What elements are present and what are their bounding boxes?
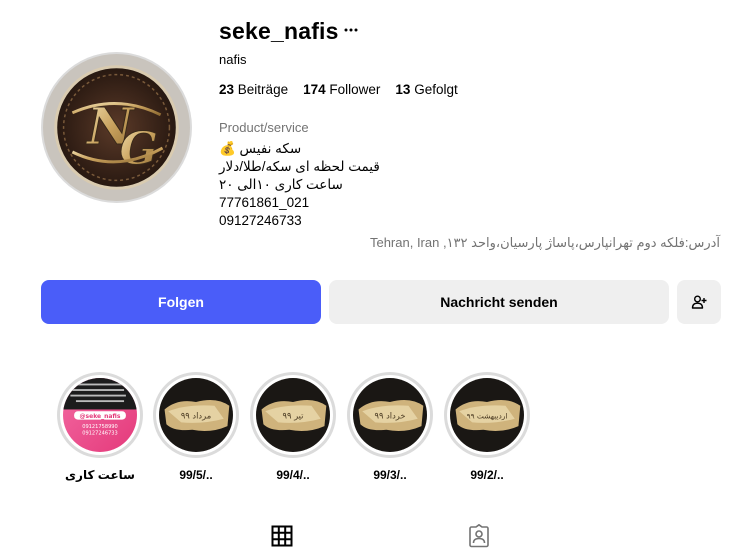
highlight-item[interactable]: @seke_nafis 09121758990 09127246733 ساعت… [57,372,143,482]
highlight-item[interactable]: مرداد ۹۹ 99/5/.. [153,372,239,482]
highlight-item[interactable]: خرداد ۹۹ 99/3/.. [347,372,433,482]
highlight-cover-handle: @seke_nafis [80,413,121,420]
highlight-cover-phone: 09121758990 [82,424,118,430]
bio-line: سکه نفیس 💰 [219,141,302,156]
profile-category: Product/service [219,120,309,135]
highlight-cover-image: مرداد ۹۹ [159,378,233,452]
highlight-ring: مرداد ۹۹ [153,372,239,458]
highlight-cover-phone: 09127246733 [82,430,118,436]
highlight-label: 99/5/.. [179,468,213,482]
highlight-label: 99/3/.. [373,468,407,482]
highlight-cover-image: تیر ۹۹ [256,378,330,452]
posts-label: Beiträge [237,82,289,97]
following-stat[interactable]: 13 Gefolgt [395,82,457,97]
highlight-ring: خرداد ۹۹ [347,372,433,458]
posts-stat: 23 Beiträge [219,82,288,97]
profile-bio: سکه نفیس 💰 قیمت لحظه ای سکه/طلا/دلار ساع… [219,140,380,230]
followers-label: Follower [329,82,381,97]
highlight-cover-text: خرداد ۹۹ [374,411,405,421]
highlight-label: ساعت کاری [65,468,135,482]
highlight-cover-image: اردیبهشت ۹۹ [450,378,524,452]
highlight-item[interactable]: اردیبهشت ۹۹ 99/2/.. [444,372,530,482]
follow-button[interactable]: Folgen [41,280,321,324]
highlight-item[interactable]: تیر ۹۹ 99/4/.. [250,372,336,482]
bio-line: ساعت کاری ۱۰الی ۲۰ [219,177,343,192]
highlight-ring: @seke_nafis 09121758990 09127246733 [57,372,143,458]
followers-count: 174 [303,82,326,97]
message-button[interactable]: Nachricht senden [329,280,669,324]
highlight-label: 99/2/.. [470,468,504,482]
svg-text:G: G [119,122,158,175]
highlight-cover-image: @seke_nafis 09121758990 09127246733 [63,378,137,452]
profile-username: seke_nafis [219,18,339,44]
highlight-cover-text: اردیبهشت ۹۹ [467,412,508,421]
bio-line: قیمت لحظه ای سکه/طلا/دلار [219,159,380,174]
tagged-icon[interactable] [467,524,491,548]
followers-stat[interactable]: 174 Follower [303,82,380,97]
profile-stats: 23 Beiträge 174 Follower 13 Gefolgt [219,82,473,97]
highlight-ring: اردیبهشت ۹۹ [444,372,530,458]
highlight-cover-image: خرداد ۹۹ [353,378,427,452]
highlight-label: 99/4/.. [276,468,310,482]
highlight-cover-text: مرداد ۹۹ [181,411,211,421]
highlight-cover-text: تیر ۹۹ [283,411,305,421]
person-add-icon [691,295,707,309]
profile-avatar[interactable]: N G [41,52,192,203]
grid-icon[interactable] [270,524,294,548]
more-options-icon[interactable] [343,22,359,38]
following-count: 13 [395,82,411,97]
bio-line: 77761861_021 [219,195,310,210]
highlight-ring: تیر ۹۹ [250,372,336,458]
posts-count: 23 [219,82,235,97]
avatar-logo-image: N G [43,54,190,201]
profile-address[interactable]: آدرس:فلکه دوم تهرانپارس،پاساژ پارسیان،وا… [370,235,720,251]
following-label: Gefolgt [414,82,458,97]
profile-full-name: nafis [219,52,247,67]
suggested-accounts-button[interactable] [677,280,721,324]
bio-line: 09127246733 [219,213,302,228]
